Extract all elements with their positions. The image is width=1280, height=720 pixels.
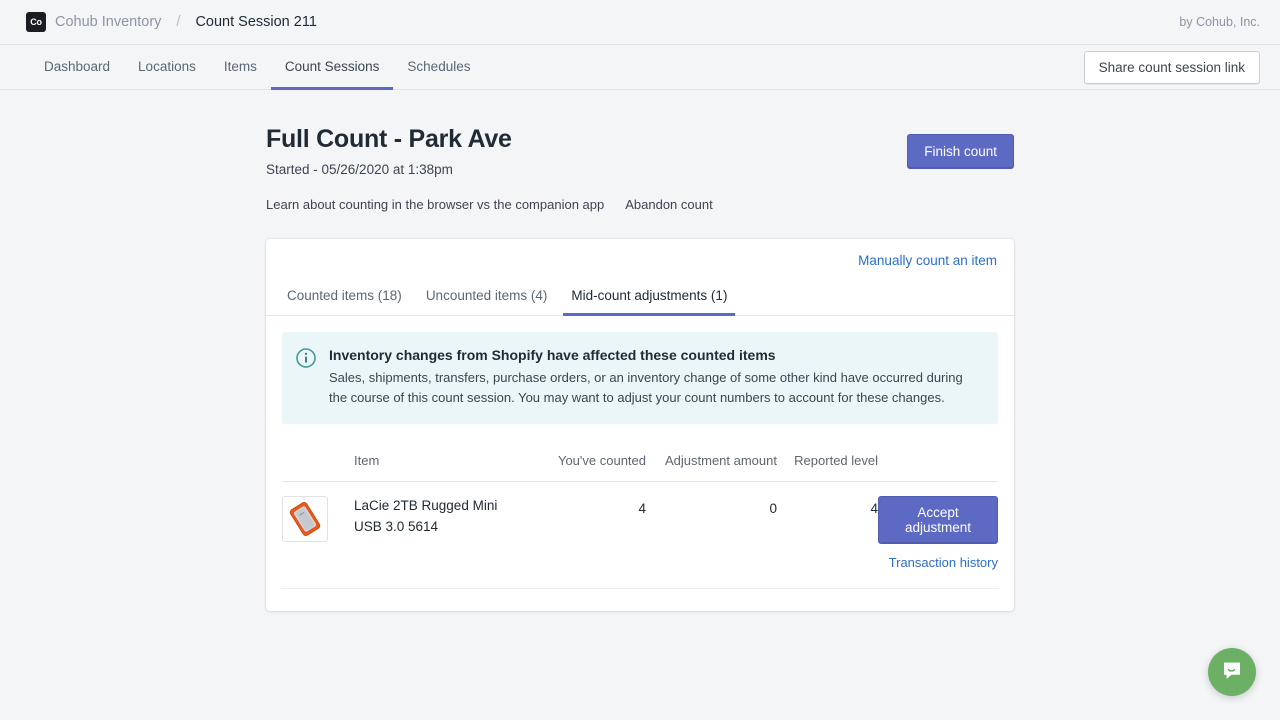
row-actions-cell: Accept adjustment Transaction history	[878, 496, 998, 570]
page-subtitle-started: Started - 05/26/2020 at 1:38pm	[266, 162, 453, 177]
count-session-card: Manually count an item Counted items (18…	[266, 239, 1014, 612]
page-title: Full Count - Park Ave	[266, 125, 512, 153]
banner-title: Inventory changes from Shopify have affe…	[329, 347, 776, 363]
content-container: Full Count - Park Ave Started - 05/26/20…	[266, 124, 1014, 612]
adjustments-table: Item You've counted Adjustment amount Re…	[266, 440, 1014, 590]
company-byline: by Cohub, Inc.	[1179, 15, 1260, 29]
breadcrumb-separator: /	[176, 14, 181, 30]
card-top-actions: Manually count an item	[266, 239, 1014, 268]
accept-adjustment-button[interactable]: Accept adjustment	[878, 496, 998, 545]
tab-mid-count-adjustments[interactable]: Mid-count adjustments (1)	[563, 277, 736, 316]
banner-text-block: Inventory changes from Shopify have affe…	[329, 347, 982, 408]
column-header-adjustment-amount: Adjustment amount	[664, 453, 777, 469]
cell-reported-level: 4	[870, 501, 878, 517]
table-row: LaCie 2TB Rugged Mini USB 3.0 5614 4 0 4…	[282, 482, 998, 590]
manually-count-an-item-link[interactable]: Manually count an item	[858, 253, 997, 268]
transaction-history-link[interactable]: Transaction history	[878, 555, 998, 570]
breadcrumb-brand-link[interactable]: Cohub Inventory	[55, 14, 161, 30]
nav-item-list: Dashboard Locations Items Count Sessions…	[30, 45, 484, 90]
page-header-text: Full Count - Park Ave Started - 05/26/20…	[266, 124, 907, 212]
cell-adjustment-amount: 0	[769, 501, 777, 517]
main-navigation: Dashboard Locations Items Count Sessions…	[0, 45, 1280, 90]
abandon-count-link[interactable]: Abandon count	[625, 197, 712, 212]
tab-uncounted-items[interactable]: Uncounted items (4)	[418, 277, 556, 316]
nav-item-schedules[interactable]: Schedules	[393, 46, 484, 90]
nav-item-count-sessions[interactable]: Count Sessions	[270, 46, 394, 90]
orange-hard-drive-thumbnail	[282, 496, 328, 543]
tab-counted-items[interactable]: Counted items (18)	[279, 277, 410, 316]
page-meta-links: Learn about counting in the browser vs t…	[266, 197, 907, 212]
top-bar: Co Cohub Inventory / Count Session 211 b…	[0, 0, 1280, 45]
row-thumbnail-cell	[282, 496, 354, 543]
card-footer-spacer	[266, 589, 1014, 611]
item-name-line-1[interactable]: LaCie 2TB Rugged Mini	[354, 496, 506, 517]
card-tab-list: Counted items (18) Uncounted items (4) M…	[266, 276, 1014, 316]
page-header: Full Count - Park Ave Started - 05/26/20…	[266, 124, 1014, 212]
breadcrumb: Co Cohub Inventory / Count Session 211	[26, 12, 317, 32]
banner-body: Sales, shipments, transfers, purchase or…	[329, 370, 963, 406]
nav-item-items[interactable]: Items	[210, 46, 271, 90]
inventory-changes-banner: Inventory changes from Shopify have affe…	[282, 332, 998, 425]
row-item-cell: LaCie 2TB Rugged Mini USB 3.0 5614	[354, 496, 506, 538]
chat-launcher-button[interactable]	[1208, 648, 1256, 696]
nav-item-dashboard[interactable]: Dashboard	[30, 46, 124, 90]
column-header-reported-level: Reported level	[794, 453, 878, 469]
table-header-row: Item You've counted Adjustment amount Re…	[282, 440, 998, 483]
info-circle-icon	[296, 348, 316, 368]
cell-youve-counted: 4	[638, 501, 646, 517]
breadcrumb-current-page: Count Session 211	[195, 14, 317, 30]
page-content: Full Count - Park Ave Started - 05/26/20…	[0, 90, 1280, 612]
item-name-line-2: USB 3.0 5614	[354, 519, 439, 535]
share-count-session-link-button[interactable]: Share count session link	[1083, 50, 1260, 84]
nav-item-locations[interactable]: Locations	[124, 46, 210, 90]
cohub-logo-icon: Co	[26, 12, 46, 32]
column-header-youve-counted: You've counted	[557, 453, 646, 469]
learn-about-counting-link[interactable]: Learn about counting in the browser vs t…	[266, 197, 604, 212]
finish-count-button[interactable]: Finish count	[907, 134, 1014, 169]
column-header-item: Item	[354, 453, 380, 469]
chat-bubble-icon	[1220, 658, 1244, 687]
